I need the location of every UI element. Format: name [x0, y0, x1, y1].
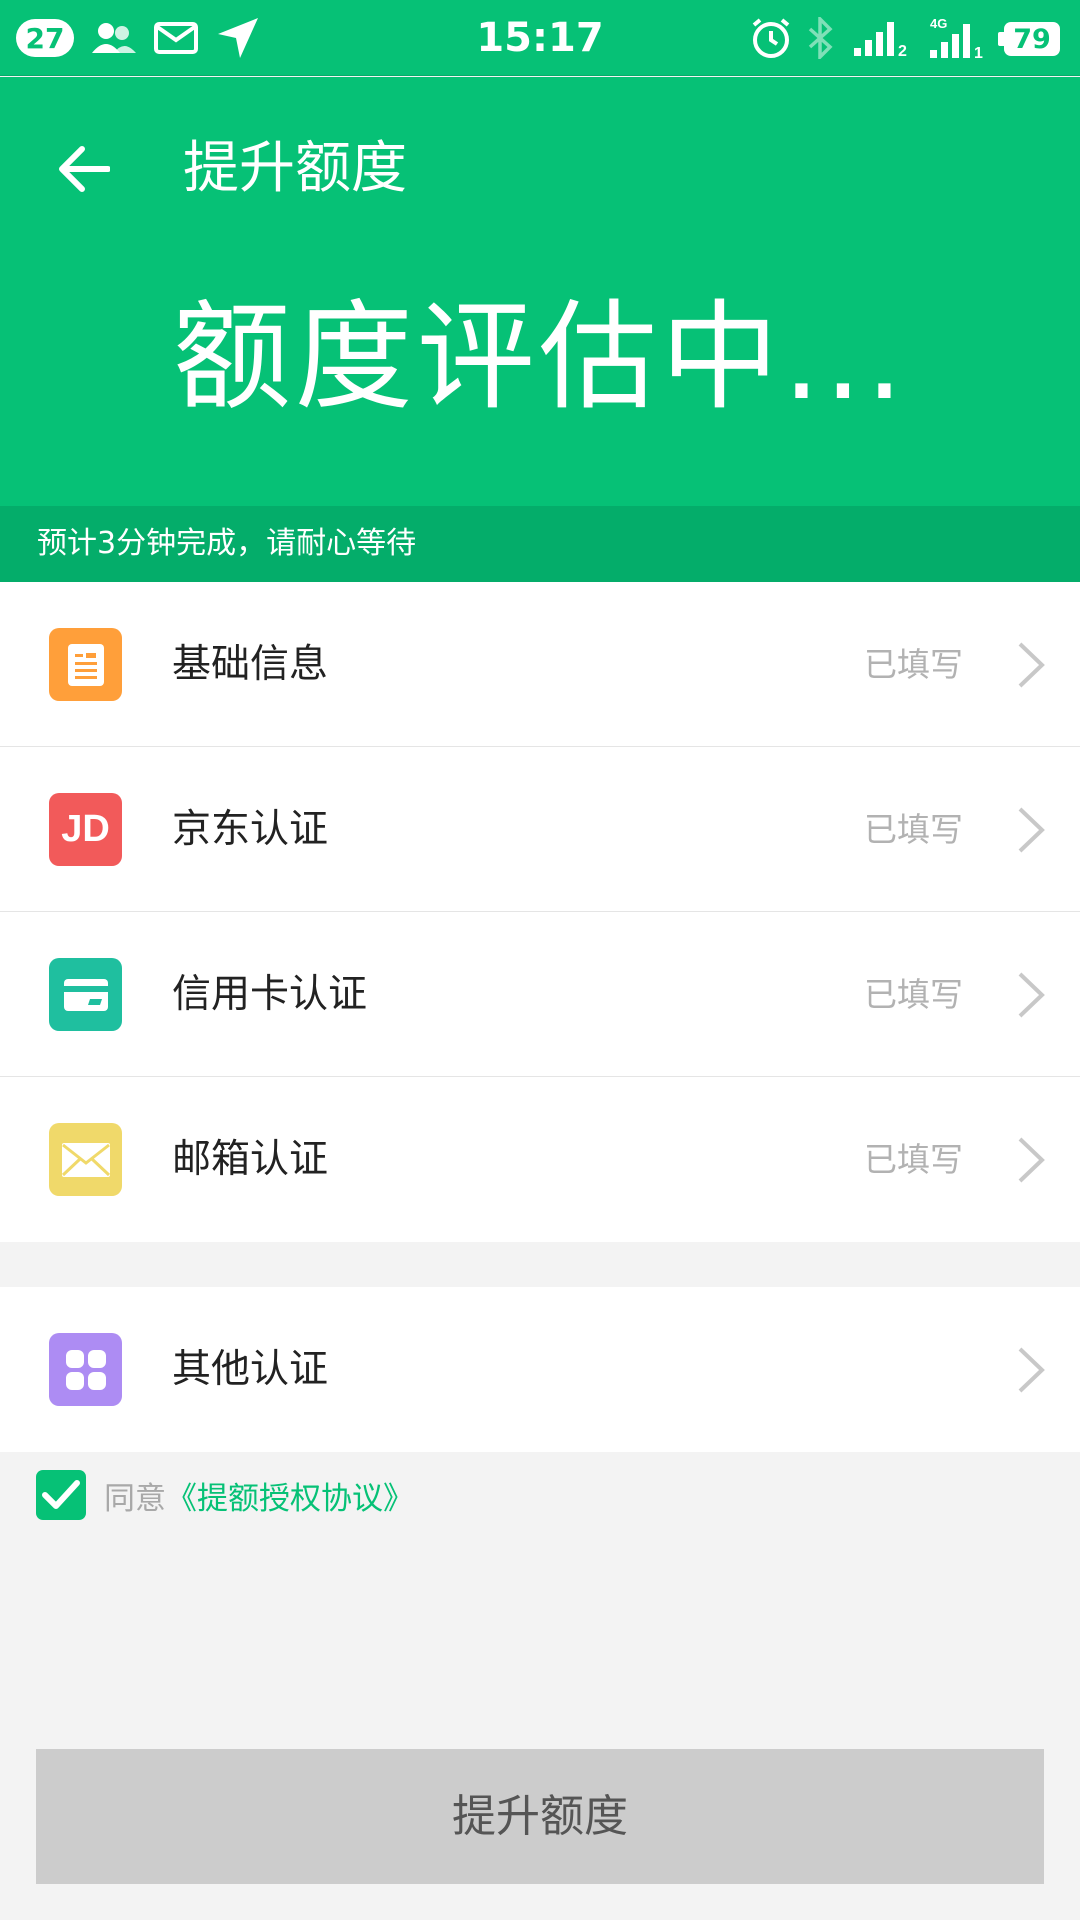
- item-status: 已填写: [864, 1140, 963, 1179]
- chevron-right-icon: [1018, 807, 1045, 853]
- svg-text:4G: 4G: [930, 16, 947, 31]
- chevron-right-icon: [1018, 1347, 1045, 1393]
- status-time: 15:17: [476, 15, 604, 61]
- signal-sim2-icon: 2: [852, 0, 912, 76]
- agreement-link[interactable]: 《提额授权协议》: [166, 1473, 414, 1518]
- item-status: 已填写: [864, 810, 963, 849]
- agreement-prefix: 同意: [104, 1480, 166, 1517]
- item-label: 其他认证: [172, 1347, 329, 1392]
- signal-sim1-icon: 4G 1: [928, 0, 994, 76]
- alarm-icon: [750, 0, 792, 76]
- list-item-email-verification[interactable]: 邮箱认证 已填写: [0, 1077, 1080, 1242]
- battery-level: 79: [998, 22, 1060, 56]
- checkmark-icon: [42, 1480, 80, 1509]
- estimate-banner: 预计3分钟完成，请耐心等待: [0, 506, 1080, 582]
- arrow-left-icon: [59, 146, 110, 192]
- chevron-right-icon: [1018, 1137, 1045, 1183]
- jd-icon-text: JD: [61, 808, 110, 850]
- chevron-right-icon: [1018, 642, 1045, 688]
- status-bar: 27 15:17 2 4G 1 79: [0, 0, 1080, 76]
- credit-card-icon: [49, 958, 122, 1031]
- envelope-icon: [49, 1123, 122, 1196]
- chevron-right-icon: [1018, 972, 1045, 1018]
- bluetooth-icon: [806, 0, 836, 76]
- back-button[interactable]: [44, 129, 124, 209]
- list-item-jd-verification[interactable]: JD 京东认证 已填写: [0, 747, 1080, 912]
- item-status: 已填写: [864, 975, 963, 1014]
- item-label: 京东认证: [172, 807, 329, 852]
- document-icon: [49, 628, 122, 701]
- verification-list: 基础信息 已填写 JD 京东认证 已填写 信用卡认证 已填写 邮箱认证 已填写: [0, 582, 1080, 1242]
- svg-text:2: 2: [898, 43, 907, 58]
- grid-icon: [49, 1333, 122, 1406]
- header: 提升额度 额度评估中...: [0, 77, 1080, 506]
- item-label: 信用卡认证: [172, 972, 368, 1017]
- list-item-credit-card-verification[interactable]: 信用卡认证 已填写: [0, 912, 1080, 1077]
- list-item-other-verification[interactable]: 其他认证: [0, 1287, 1080, 1452]
- item-label: 邮箱认证: [172, 1137, 329, 1182]
- list-item-basic-info[interactable]: 基础信息 已填写: [0, 582, 1080, 747]
- item-label: 基础信息: [172, 642, 329, 687]
- raise-limit-button[interactable]: 提升额度: [36, 1749, 1044, 1884]
- page-title: 提升额度: [183, 136, 407, 201]
- other-verification-list: 其他认证: [0, 1287, 1080, 1452]
- item-status: 已填写: [864, 645, 963, 684]
- agreement-checkbox[interactable]: [36, 1470, 86, 1520]
- evaluation-status-text: 额度评估中...: [172, 288, 908, 426]
- svg-text:1: 1: [974, 45, 983, 60]
- jd-icon: JD: [49, 793, 122, 866]
- agreement-row: 同意 《提额授权协议》: [36, 1469, 414, 1521]
